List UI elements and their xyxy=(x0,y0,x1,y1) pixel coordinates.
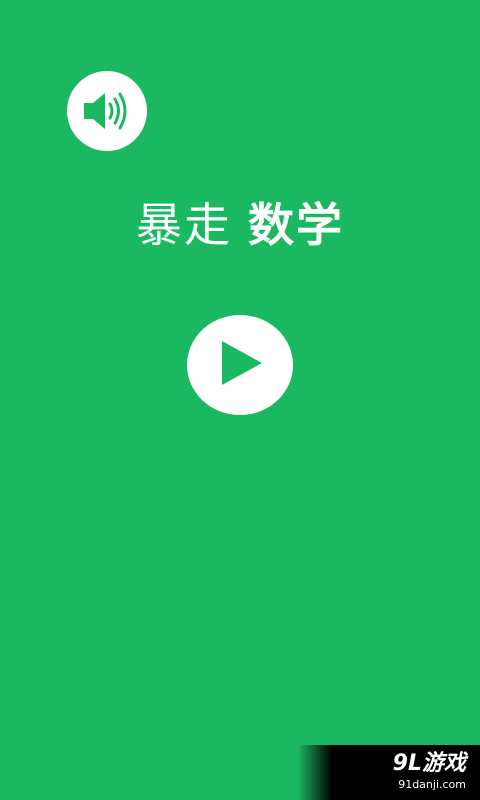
sound-toggle-button[interactable] xyxy=(67,71,147,151)
watermark-logo-text: 9L游戏 xyxy=(392,751,466,776)
play-icon xyxy=(212,335,268,395)
game-start-screen: 暴走 数学 9L游戏 91danji.com xyxy=(0,0,480,800)
game-title: 暴走 数学 xyxy=(0,192,480,269)
play-button[interactable] xyxy=(187,315,293,415)
speaker-volume-icon xyxy=(81,89,133,133)
watermark-url: 91danji.com xyxy=(398,778,466,791)
site-watermark: 9L游戏 91danji.com xyxy=(298,745,480,800)
game-title-part2: 数学 xyxy=(248,198,344,252)
game-title-part1: 暴走 xyxy=(136,198,232,252)
